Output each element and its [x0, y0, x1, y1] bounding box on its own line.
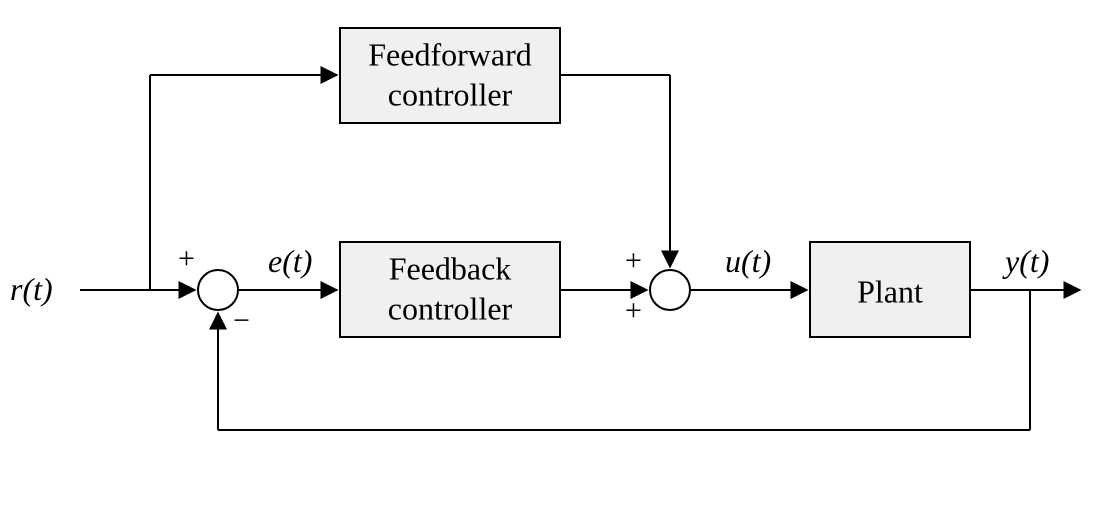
- label-reference: r(t): [10, 271, 53, 307]
- block-diagram: r(t) Feedforward controller + − e(t) Fee…: [0, 0, 1097, 515]
- label-feedback-2: controller: [388, 290, 513, 326]
- sign-sum2-left: +: [625, 294, 642, 327]
- sign-sum1-minus: −: [233, 304, 250, 337]
- label-error: e(t): [268, 243, 312, 279]
- sum-junction-1: [198, 270, 238, 310]
- sign-sum1-plus: +: [178, 242, 195, 275]
- label-feedforward-1: Feedforward: [368, 36, 531, 72]
- label-output: y(t): [1002, 243, 1049, 279]
- label-feedforward-2: controller: [388, 76, 513, 112]
- label-plant: Plant: [857, 273, 923, 309]
- sign-sum2-top: +: [625, 244, 642, 277]
- label-feedback-1: Feedback: [389, 250, 512, 286]
- label-control: u(t): [725, 243, 771, 279]
- sum-junction-2: [650, 270, 690, 310]
